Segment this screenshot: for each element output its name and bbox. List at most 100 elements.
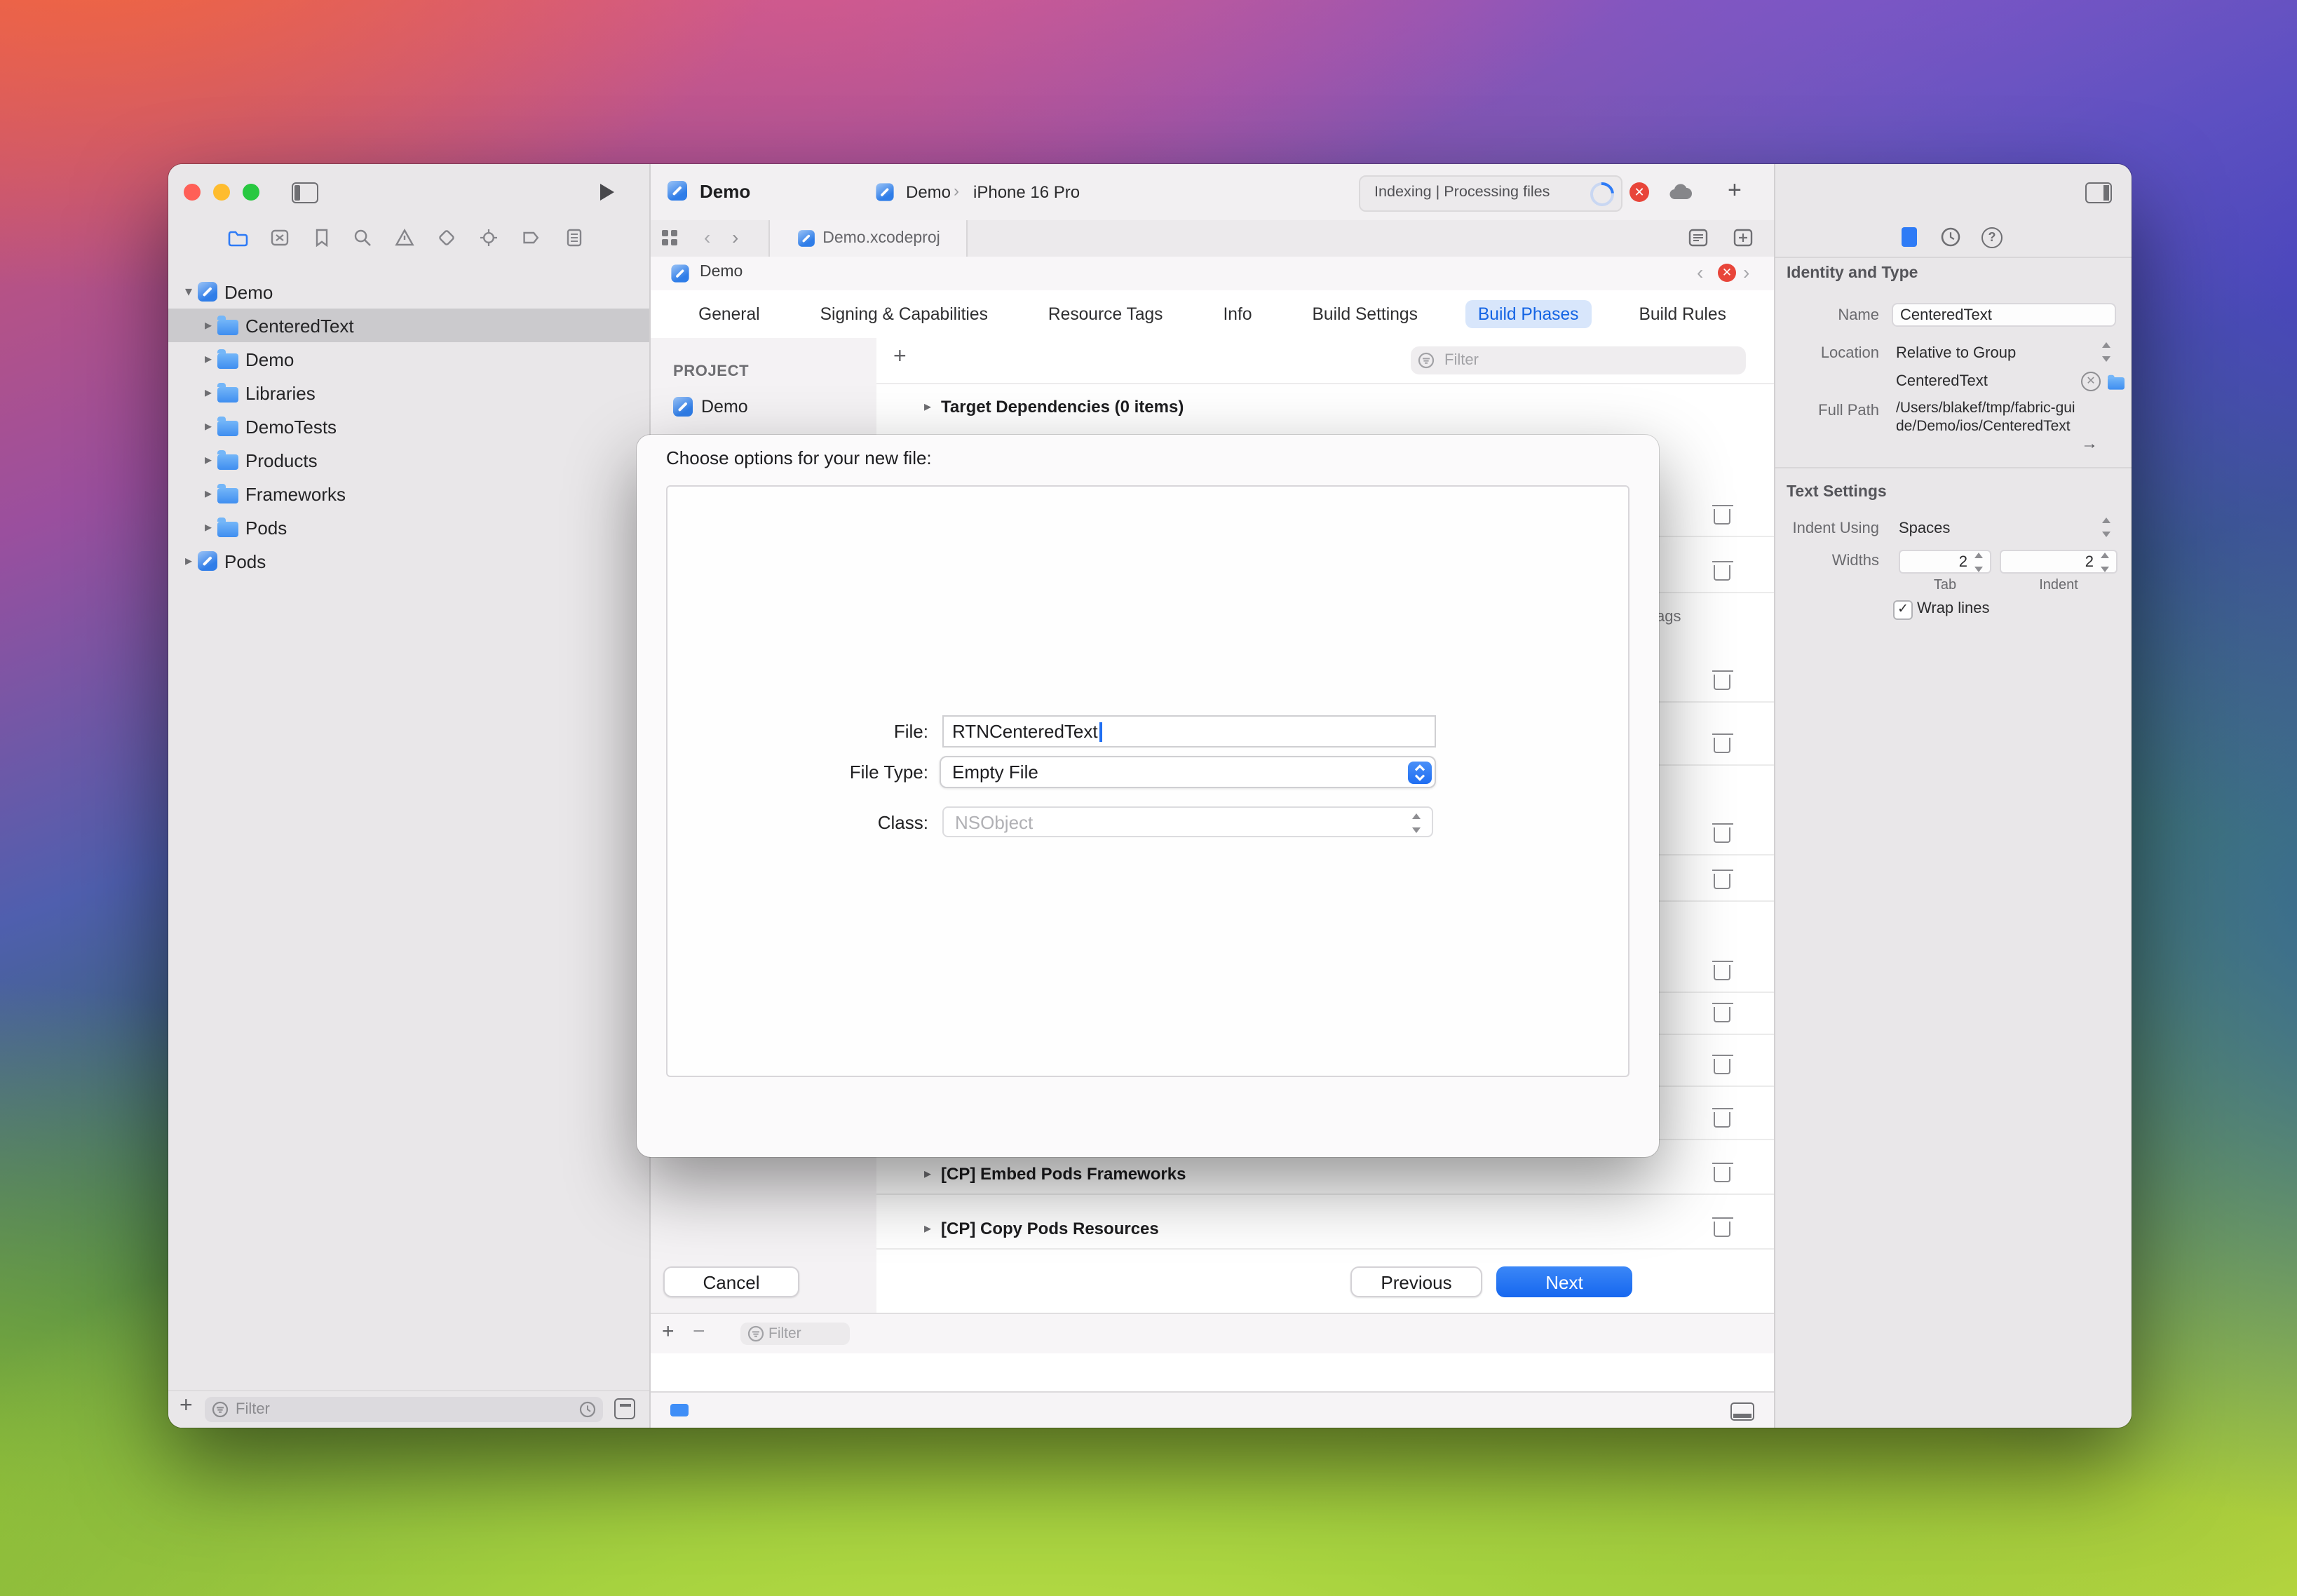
breakpoints-toggle-icon[interactable] — [670, 1404, 689, 1416]
run-button[interactable] — [600, 184, 614, 201]
xcode-cloud-icon[interactable] — [1669, 184, 1693, 201]
tab-demo-xcodeproj[interactable]: Demo.xcodeproj — [768, 220, 968, 257]
issue-navigator-icon[interactable] — [394, 227, 415, 248]
trash-icon[interactable] — [1714, 1167, 1730, 1182]
add-editor-icon[interactable] — [1733, 229, 1753, 247]
add-file-button[interactable]: + — [179, 1394, 193, 1419]
tab-general[interactable]: General — [686, 300, 773, 328]
trash-icon[interactable] — [1714, 827, 1730, 843]
trash-icon[interactable] — [1714, 874, 1730, 889]
stepper-icon[interactable] — [2101, 342, 2113, 362]
toggle-inspector-icon[interactable] — [2085, 182, 2112, 203]
tree-item-products[interactable]: ▸ Products — [168, 443, 649, 477]
back-icon[interactable]: ‹ — [704, 226, 710, 248]
project-navigator-icon[interactable] — [227, 227, 248, 248]
name-field[interactable]: CenteredText — [1892, 303, 2116, 327]
source-control-filter-icon[interactable] — [614, 1398, 635, 1419]
close-button[interactable] — [184, 184, 201, 201]
file-inspector-icon[interactable] — [1902, 227, 1917, 247]
tree-item-demo-project[interactable]: ▾ Demo — [168, 275, 649, 309]
class-popup[interactable]: NSObject — [942, 806, 1433, 837]
tab-build-phases[interactable]: Build Phases — [1465, 300, 1592, 328]
history-inspector-icon[interactable] — [1941, 227, 1960, 247]
error-count-badge[interactable]: ✕ — [1629, 182, 1649, 202]
editor-options-icon[interactable] — [1688, 229, 1708, 247]
project-list-item-demo[interactable]: Demo — [673, 397, 748, 417]
tab-signing-capabilities[interactable]: Signing & Capabilities — [808, 300, 1001, 328]
remove-button[interactable]: − — [693, 1320, 705, 1344]
indent-width-stepper[interactable]: 2 — [2000, 550, 2118, 574]
tree-item-pods-project[interactable]: ▸ Pods — [168, 544, 649, 578]
trash-icon[interactable] — [1714, 738, 1730, 753]
library-add-icon[interactable]: + — [1728, 177, 1742, 205]
choose-folder-icon[interactable] — [2108, 377, 2125, 390]
forward-icon[interactable]: › — [732, 226, 738, 248]
stepper-icon[interactable] — [1973, 553, 1986, 572]
tree-item-libraries[interactable]: ▸ Libraries — [168, 376, 649, 410]
tab-width-stepper[interactable]: 2 — [1899, 550, 1991, 574]
tree-item-frameworks[interactable]: ▸ Frameworks — [168, 477, 649, 510]
chevron-right-icon[interactable]: ▸ — [199, 520, 217, 535]
tree-item-demo[interactable]: ▸ Demo — [168, 342, 649, 376]
previous-button[interactable]: Previous — [1350, 1266, 1482, 1297]
scheme-selector[interactable]: Demo — [906, 182, 951, 202]
tab-info[interactable]: Info — [1210, 300, 1264, 328]
trash-icon[interactable] — [1714, 1222, 1730, 1237]
wrap-lines-checkbox[interactable]: ✓ — [1893, 600, 1913, 620]
file-name-input[interactable]: RTNCenteredText — [942, 715, 1436, 748]
minimize-button[interactable] — [213, 184, 230, 201]
breakpoint-navigator-icon[interactable] — [520, 227, 541, 248]
trash-icon[interactable] — [1714, 509, 1730, 525]
trash-icon[interactable] — [1714, 1007, 1730, 1022]
project-filter-field[interactable]: Filter — [740, 1323, 850, 1345]
bookmark-icon[interactable] — [311, 227, 332, 248]
debug-navigator-icon[interactable] — [478, 227, 499, 248]
add-button[interactable]: + — [662, 1320, 675, 1344]
error-badge[interactable]: ✕ — [1718, 264, 1736, 282]
stepper-icon[interactable] — [2099, 553, 2112, 572]
tab-build-settings[interactable]: Build Settings — [1300, 300, 1430, 328]
issue-next-icon[interactable]: › — [1743, 261, 1749, 283]
debug-area-toggle-icon[interactable] — [1730, 1402, 1754, 1421]
help-inspector-icon[interactable]: ? — [1981, 227, 2003, 248]
next-button[interactable]: Next — [1496, 1266, 1632, 1297]
run-destination-selector[interactable]: iPhone 16 Pro — [973, 182, 1080, 202]
search-icon[interactable] — [352, 227, 373, 248]
reveal-path-arrow-icon[interactable]: → — [2081, 433, 2098, 453]
tree-item-pods-folder[interactable]: ▸ Pods — [168, 510, 649, 544]
stepper-icon[interactable] — [2101, 518, 2113, 537]
trash-icon[interactable] — [1714, 965, 1730, 980]
jumpbar-item[interactable]: Demo — [700, 264, 743, 280]
recents-clock-icon[interactable] — [579, 1401, 596, 1418]
tab-build-rules[interactable]: Build Rules — [1626, 300, 1738, 328]
navigator-filter-field[interactable]: Filter — [205, 1397, 603, 1422]
report-navigator-icon[interactable] — [564, 227, 585, 248]
related-items-grid-icon[interactable] — [660, 229, 679, 247]
reset-location-icon[interactable]: ✕ — [2081, 372, 2101, 391]
chevron-right-icon[interactable]: ▸ — [179, 553, 198, 569]
chevron-down-icon[interactable]: ▾ — [179, 284, 198, 299]
chevron-right-icon[interactable]: ▸ — [199, 351, 217, 367]
trash-icon[interactable] — [1714, 565, 1730, 581]
trash-icon[interactable] — [1714, 675, 1730, 690]
chevron-right-icon[interactable]: ▸ — [199, 385, 217, 400]
phase-copy-pods-resources[interactable]: ▸ [CP] Copy Pods Resources — [876, 1209, 1774, 1250]
indent-using-popup[interactable]: Spaces — [1899, 520, 1950, 537]
file-type-popup[interactable]: Empty File — [940, 756, 1436, 788]
tree-item-centeredtext[interactable]: ▸ CenteredText — [168, 309, 649, 342]
tree-item-demotests[interactable]: ▸ DemoTests — [168, 410, 649, 443]
trash-icon[interactable] — [1714, 1112, 1730, 1128]
add-build-phase-button[interactable]: + — [893, 345, 907, 370]
trash-icon[interactable] — [1714, 1059, 1730, 1074]
chevron-right-icon[interactable]: ▸ — [919, 1221, 937, 1236]
chevron-right-icon[interactable]: ▸ — [919, 1166, 937, 1182]
phase-embed-pods-frameworks[interactable]: ▸ [CP] Embed Pods Frameworks — [876, 1154, 1774, 1195]
chevron-right-icon[interactable]: ▸ — [919, 399, 937, 414]
test-navigator-icon[interactable] — [436, 227, 457, 248]
chevron-right-icon[interactable]: ▸ — [199, 419, 217, 434]
cancel-button[interactable]: Cancel — [663, 1266, 799, 1297]
issue-previous-icon[interactable]: ‹ — [1697, 261, 1703, 283]
activity-viewer[interactable]: Indexing | Processing files — [1359, 175, 1622, 212]
chevron-right-icon[interactable]: ▸ — [199, 452, 217, 468]
tab-resource-tags[interactable]: Resource Tags — [1036, 300, 1176, 328]
